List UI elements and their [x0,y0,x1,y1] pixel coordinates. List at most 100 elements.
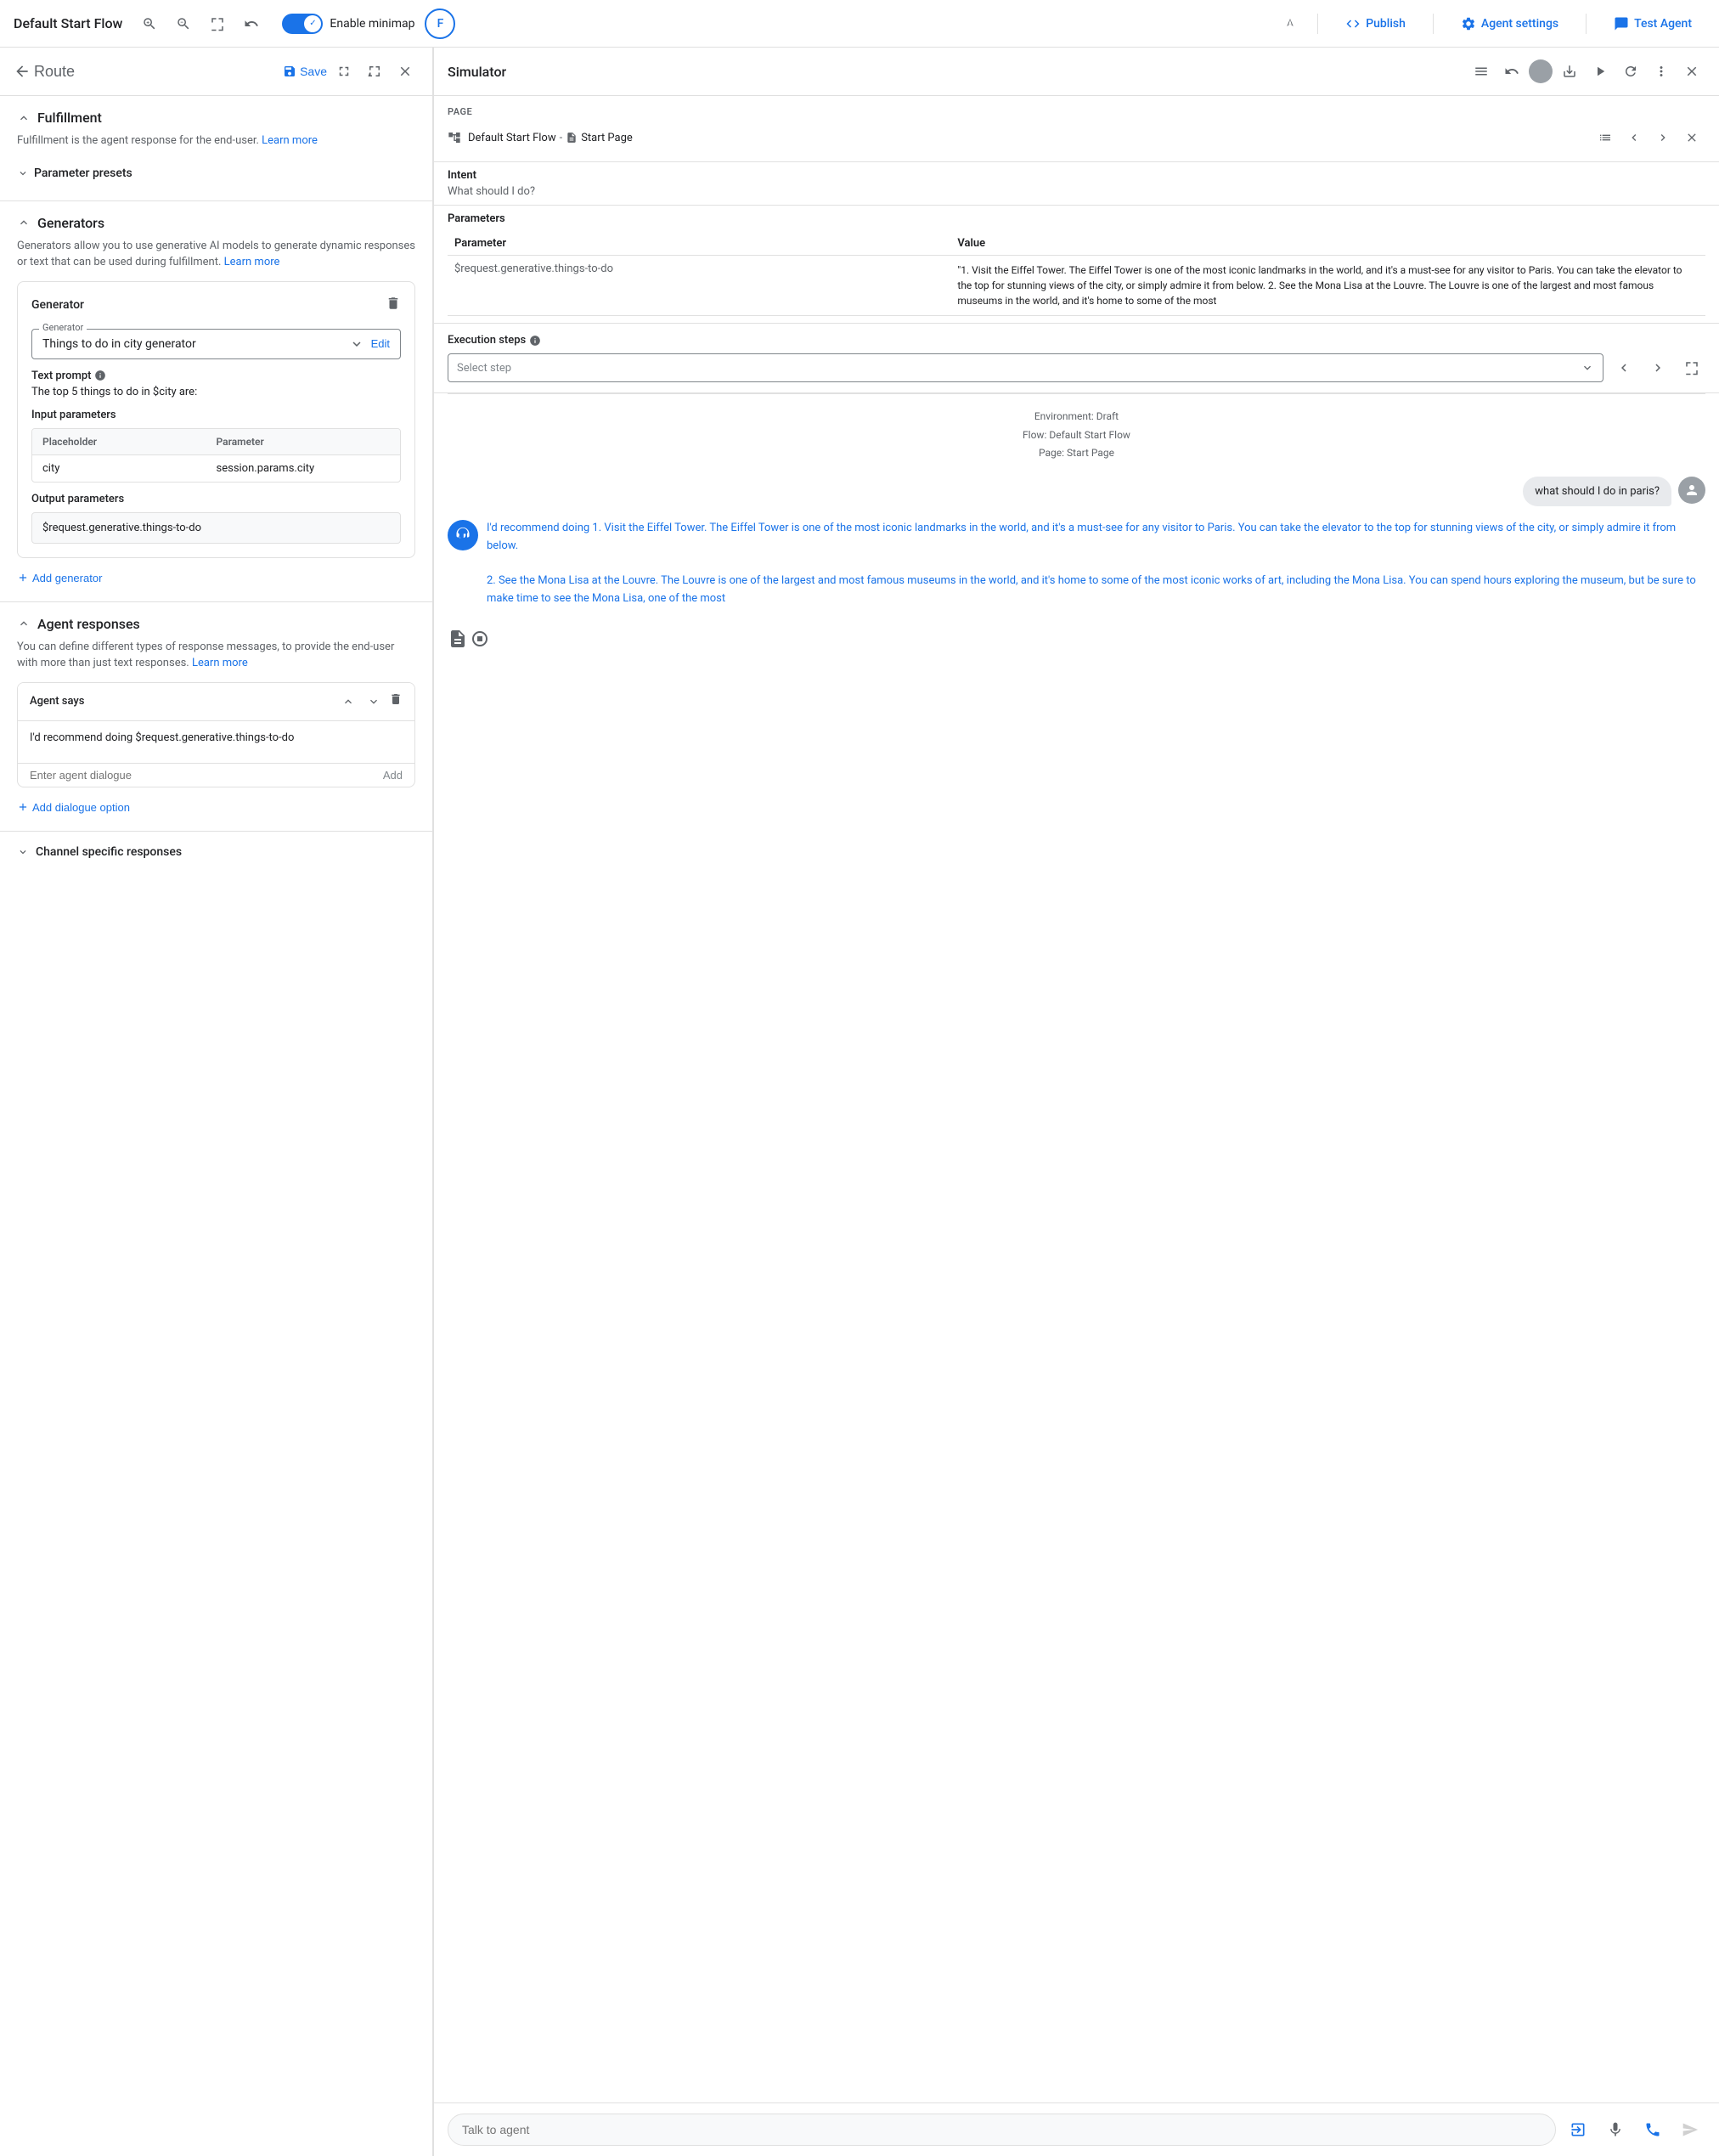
fullscreen-icon [336,64,352,79]
parameters-label: Parameters [448,212,1705,225]
input-params-label: Input parameters [31,409,401,421]
send-btn[interactable] [1675,2114,1705,2145]
agent-says-input-row: Add [18,763,414,787]
generator-dropdown[interactable]: Generator Things to do in city generator… [31,329,401,359]
agent-says-actions [338,691,403,712]
panel-header: Route Save [0,48,432,96]
parameters-table: Parameter Value $request.generative.thin… [448,232,1705,316]
divider-2 [1433,14,1434,34]
zoom-in-btn[interactable] [136,10,163,37]
exec-prev-btn[interactable] [1610,354,1637,381]
sim-play-btn[interactable] [1587,58,1614,85]
arrow-up-icon [341,695,355,708]
param-presets-header[interactable]: Parameter presets [17,160,415,187]
person-icon [1684,483,1699,498]
add-generator-btn[interactable]: Add generator [17,568,102,588]
placeholder-cell: city [42,462,217,475]
capture-icon [1684,360,1699,375]
user-avatar[interactable]: F [425,8,455,39]
expand-btn[interactable] [361,58,388,85]
page-prev-btn[interactable] [1620,124,1648,151]
dropdown-arrow-icon [349,336,364,352]
step-select[interactable]: Select step [448,353,1603,382]
agent-dialogue-input[interactable] [30,769,383,782]
test-agent-button[interactable]: Test Agent [1600,11,1705,37]
move-down-btn[interactable] [364,691,384,712]
param-cell: $request.generative.things-to-do [448,256,950,316]
page-next-btn[interactable] [1649,124,1677,151]
output-params-label: Output parameters [31,493,401,505]
close-panel-btn[interactable] [392,58,419,85]
submit-chat-btn[interactable] [1563,2114,1593,2145]
phone-icon [1644,2121,1661,2138]
mic-btn[interactable] [1600,2114,1631,2145]
loading-stop-icon [470,629,490,649]
arrow-down-icon [367,695,380,708]
minimap-toggle[interactable]: ✓ [282,14,323,34]
sim-more-btn[interactable] [1648,58,1675,85]
generators-header[interactable]: Generators [17,215,415,231]
agent-says-text: I'd recommend doing $request.generative.… [30,731,403,744]
panel-header-actions: Save [283,58,419,85]
generator-edit-btn[interactable]: Edit [371,337,390,350]
agent-responses-section: Agent responses You can define different… [0,602,432,832]
sim-undo-btn[interactable] [1498,58,1525,85]
agent-responses-learn-more[interactable]: Learn more [192,657,248,669]
output-field: $request.generative.things-to-do [31,512,401,544]
save-button[interactable]: Save [283,65,327,78]
agent-responses-header[interactable]: Agent responses [17,616,415,632]
info-icon [94,370,106,381]
delete-generator-btn[interactable] [386,296,401,315]
generator-value: Things to do in city generator [42,337,196,351]
undo-btn[interactable] [238,10,265,37]
talk-to-agent-input[interactable] [448,2114,1556,2146]
agent-avatar [448,520,478,550]
expand-icon [367,64,382,79]
page-close-btn[interactable] [1678,124,1705,151]
agent-says-body: I'd recommend doing $request.generative.… [18,721,414,763]
publish-button[interactable]: Publish [1332,11,1419,37]
back-button[interactable]: Route [14,63,75,81]
sim-menu-btn[interactable] [1468,58,1495,85]
left-panel: Route Save Fu [0,48,433,2156]
page-doc-icon [566,132,578,144]
sim-export-btn[interactable] [1556,58,1583,85]
generator-card-header: Generator [31,296,401,315]
exec-capture-btn[interactable] [1678,354,1705,381]
zoom-out-btn[interactable] [170,10,197,37]
page-list-btn[interactable] [1592,124,1619,151]
delete-agent-says-btn[interactable] [389,691,403,712]
user-avatar-chat [1678,477,1705,504]
close-icon [397,64,413,79]
add-dialogue-option-btn[interactable]: Add dialogue option [17,798,130,817]
phone-btn[interactable] [1637,2114,1668,2145]
loading-icon [448,629,468,649]
fullscreen-btn[interactable] [330,58,358,85]
dropdown-float-label: Generator [39,322,87,333]
fulfillment-header[interactable]: Fulfillment [17,110,415,126]
page-close-icon [1685,131,1699,144]
generators-chevron-up-icon [17,216,31,229]
channel-section: Channel specific responses [0,832,432,872]
sim-refresh-btn[interactable] [1617,58,1644,85]
export-icon [1562,64,1577,79]
back-arrow-icon [14,63,31,80]
sim-close-btn[interactable] [1678,58,1705,85]
agent-says-card: Agent says I'd recommend do [17,682,415,787]
fit-btn[interactable] [204,10,231,37]
generators-learn-more[interactable]: Learn more [224,256,280,268]
settings-icon [1461,16,1476,31]
exec-next-btn[interactable] [1644,354,1671,381]
minimap-label: Enable minimap [330,17,414,31]
fulfillment-learn-more[interactable]: Learn more [262,134,318,147]
channel-specific-header[interactable]: Channel specific responses [17,845,415,859]
text-prompt-label: Text prompt [31,370,401,382]
params-table-header: Placeholder Parameter [32,429,400,455]
move-up-btn[interactable] [338,691,358,712]
headset-icon [454,527,471,544]
deploy-btn[interactable] [1277,10,1304,37]
fit-icon [210,16,225,31]
add-dialogue-inline-btn[interactable]: Add [383,769,403,782]
step-dropdown-icon [1581,361,1594,375]
agent-settings-button[interactable]: Agent settings [1447,11,1572,37]
